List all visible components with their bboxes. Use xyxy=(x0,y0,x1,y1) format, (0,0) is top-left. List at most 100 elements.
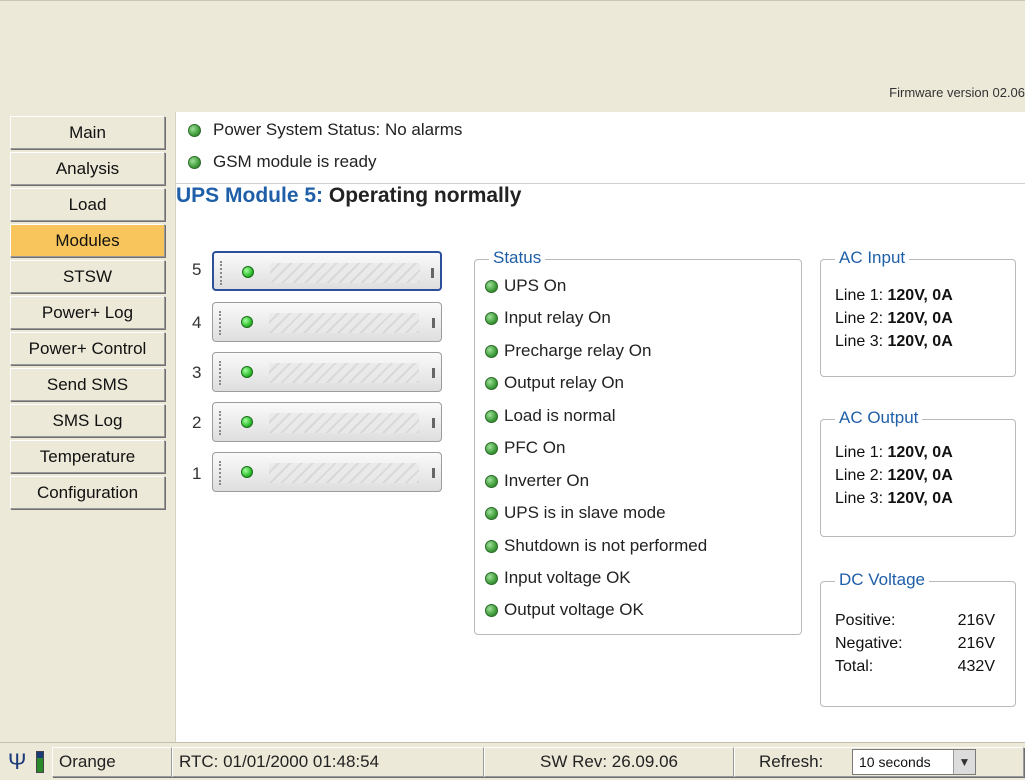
ac-output-line-1: Line 1: 120V, 0A xyxy=(835,444,953,462)
line-value: 120V, 0A xyxy=(887,444,953,461)
dc-value: 216V xyxy=(957,635,995,652)
alert-power-status: Power System Status: No alarms xyxy=(188,120,462,140)
led-icon xyxy=(241,466,253,478)
latch-icon xyxy=(432,318,435,328)
handle-icon xyxy=(220,261,234,285)
status-item: Shutdown is not performed xyxy=(485,536,707,556)
module-number: 5 xyxy=(192,260,202,279)
status-text: Shutdown is not performed xyxy=(504,536,708,555)
line-label: Line 1: xyxy=(835,444,884,461)
dc-negative-row: Negative: 216V xyxy=(835,635,995,653)
line-value: 120V, 0A xyxy=(887,287,953,304)
nav-configuration-button[interactable]: Configuration xyxy=(10,476,165,509)
vent-icon xyxy=(270,263,420,283)
latch-icon xyxy=(432,368,435,378)
ac-output-line-3: Line 3: 120V, 0A xyxy=(835,490,953,508)
status-text: UPS On xyxy=(504,276,567,295)
handle-icon xyxy=(219,411,233,435)
nav-main-button[interactable]: Main xyxy=(10,116,165,149)
led-icon xyxy=(241,316,253,328)
handle-icon xyxy=(219,461,233,485)
latch-icon xyxy=(432,468,435,478)
nav-analysis-button[interactable]: Analysis xyxy=(10,152,165,185)
nav-power-control-button[interactable]: Power+ Control xyxy=(10,332,165,365)
refresh-select[interactable]: 10 seconds ▼ xyxy=(852,749,976,775)
page-title: UPS Module 5: Operating normally xyxy=(176,184,521,208)
dc-positive-row: Positive: 216V xyxy=(835,612,995,630)
module-slot-3[interactable] xyxy=(212,352,442,392)
ac-input-title: AC Input xyxy=(835,248,910,268)
module-slot-4[interactable] xyxy=(212,302,442,342)
sw-revision: SW Rev: 26.09.06 xyxy=(484,747,734,777)
ac-output-group: AC Output Line 1: 120V, 0A Line 2: 120V,… xyxy=(820,408,1016,537)
module-number: 2 xyxy=(192,413,202,432)
status-title: Status xyxy=(489,248,546,268)
signal-strength-icon xyxy=(36,751,44,773)
status-item: Inverter On xyxy=(485,471,589,491)
nav-temperature-button[interactable]: Temperature xyxy=(10,440,165,473)
ok-status-icon xyxy=(485,474,498,488)
status-item: Precharge relay On xyxy=(485,341,651,361)
status-item: UPS is in slave mode xyxy=(485,503,666,523)
ok-status-icon xyxy=(485,506,498,520)
ok-status-icon xyxy=(485,441,498,455)
status-text: Precharge relay On xyxy=(504,341,652,360)
ok-status-icon xyxy=(485,571,498,585)
ok-status-icon xyxy=(485,409,498,423)
module-number: 1 xyxy=(192,464,202,483)
led-icon xyxy=(241,366,253,378)
latch-icon xyxy=(432,418,435,428)
nav-send-sms-button[interactable]: Send SMS xyxy=(10,368,165,401)
ok-status-icon xyxy=(485,344,498,358)
status-item: Input voltage OK xyxy=(485,568,631,588)
module-name: UPS Module 5: xyxy=(176,184,324,207)
status-text: Output voltage OK xyxy=(504,600,644,619)
module-slot-1[interactable] xyxy=(212,452,442,492)
module-slot-2[interactable] xyxy=(212,402,442,442)
vent-icon xyxy=(269,363,419,383)
status-bar: Ψ Orange RTC: 01/01/2000 01:48:54 SW Rev… xyxy=(0,742,1025,780)
nav-stsw-button[interactable]: STSW xyxy=(10,260,165,293)
latch-icon xyxy=(431,268,434,278)
alert-text: GSM module is ready xyxy=(213,152,377,171)
ac-output-line-2: Line 2: 120V, 0A xyxy=(835,467,953,485)
ok-status-icon xyxy=(485,279,498,293)
nav-modules-button[interactable]: Modules xyxy=(10,224,165,257)
line-label: Line 2: xyxy=(835,310,884,327)
ok-status-icon xyxy=(485,539,498,553)
ac-input-line-1: Line 1: 120V, 0A xyxy=(835,287,953,305)
line-label: Line 3: xyxy=(835,490,884,507)
module-number: 3 xyxy=(192,363,202,382)
status-text: PFC On xyxy=(504,438,566,457)
alert-gsm: GSM module is ready xyxy=(188,152,376,172)
dc-value: 432V xyxy=(957,658,995,675)
status-group: Status UPS On Input relay On Precharge r… xyxy=(474,248,802,635)
operator-label: Orange xyxy=(52,747,172,777)
led-icon xyxy=(241,416,253,428)
status-text: Output relay On xyxy=(504,373,625,392)
nav-sms-log-button[interactable]: SMS Log xyxy=(10,404,165,437)
nav-power-log-button[interactable]: Power+ Log xyxy=(10,296,165,329)
dc-value: 216V xyxy=(957,612,995,629)
ok-status-icon xyxy=(188,155,201,169)
chevron-down-icon[interactable]: ▼ xyxy=(953,750,975,774)
dc-voltage-title: DC Voltage xyxy=(835,570,929,590)
led-icon xyxy=(242,266,254,278)
alert-text: Power System Status: No alarms xyxy=(213,120,463,139)
nav-load-button[interactable]: Load xyxy=(10,188,165,221)
vent-icon xyxy=(269,313,419,333)
ok-status-icon xyxy=(485,603,498,617)
handle-icon xyxy=(219,311,233,335)
ok-status-icon xyxy=(485,376,498,390)
dc-voltage-group: DC Voltage Positive: 216V Negative: 216V… xyxy=(820,570,1016,707)
vent-icon xyxy=(269,413,419,433)
status-text: Inverter On xyxy=(504,471,590,490)
firmware-version: Firmware version 02.06 xyxy=(889,85,1025,100)
status-text: UPS is in slave mode xyxy=(504,503,666,522)
status-item: Output relay On xyxy=(485,373,624,393)
status-text: Input relay On xyxy=(504,308,611,327)
ac-output-title: AC Output xyxy=(835,408,923,428)
sidebar-nav: Main Analysis Load Modules STSW Power+ L… xyxy=(0,112,176,742)
status-item: Input relay On xyxy=(485,308,611,328)
module-slot-5[interactable] xyxy=(212,251,442,291)
